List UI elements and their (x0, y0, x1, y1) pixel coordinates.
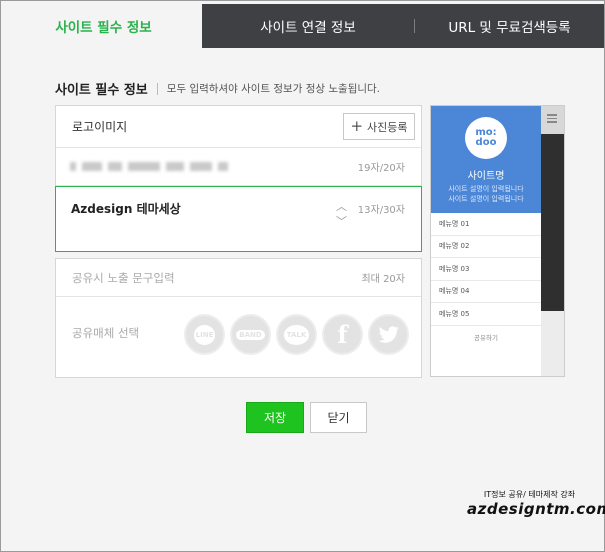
share-form-box: 공유시 노출 문구입력 최대 20자 공유매체 선택 LINE BAND TAL… (55, 258, 422, 378)
section-divider (156, 82, 158, 95)
preview-menu-item: 메뉴명 02 (431, 236, 541, 258)
photo-register-button[interactable]: + 사진등록 (343, 113, 415, 140)
required-form-box: 로고이미지 + 사진등록 19자/20자 Azdesign 테마세상 ︿ ﹀ 1… (55, 105, 422, 252)
site-desc-value: Azdesign 테마세상 (71, 202, 181, 216)
section-header: 사이트 필수 정보 모두 입력하셔야 사이트 정보가 정상 노출됩니다. (55, 79, 380, 98)
logo-label: 로고이미지 (72, 120, 128, 134)
share-text-placeholder: 공유시 노출 문구입력 (72, 270, 175, 285)
preview-desc-1: 사이트 설명이 입력됩니다 (448, 185, 524, 193)
chevron-down-icon[interactable]: ﹀ (336, 216, 347, 227)
facebook-icon[interactable]: f (322, 314, 363, 355)
tab-connect-info[interactable]: 사이트 연결 정보 (202, 4, 414, 48)
chevron-up-icon[interactable]: ︿ (336, 201, 347, 212)
share-media-row: 공유매체 선택 LINE BAND TALK f (56, 297, 421, 377)
tab-bar: 사이트 필수 정보 사이트 연결 정보 URL 및 무료검색등록 (5, 4, 604, 48)
band-icon[interactable]: BAND (230, 314, 271, 355)
share-media-label: 공유매체 선택 (72, 326, 140, 340)
blurred-site-name (70, 162, 228, 171)
tab-group-dark: 사이트 연결 정보 URL 및 무료검색등록 (202, 4, 604, 48)
twitter-icon[interactable] (368, 314, 409, 355)
close-button[interactable]: 닫기 (310, 402, 367, 433)
menu-icon (547, 114, 557, 125)
line-icon[interactable]: LINE (184, 314, 225, 355)
section-description: 모두 입력하셔야 사이트 정보가 정상 노출됩니다. (166, 83, 381, 95)
share-media-icons: LINE BAND TALK f (184, 314, 409, 355)
site-name-field[interactable]: 19자/20자 (56, 148, 421, 186)
watermark-line1: IT정보 공유/ 테마제작 강좌 (483, 490, 576, 499)
preview-menu-item: 메뉴명 05 (431, 303, 541, 326)
preview-desc-2: 사이트 설명이 입력됩니다 (448, 195, 524, 203)
logo-row: 로고이미지 + 사진등록 (56, 106, 421, 148)
preview-content-strip (541, 311, 564, 376)
share-max-count: 최대 20자 (361, 274, 405, 285)
preview-header: mo: doo 사이트명 사이트 설명이 입력됩니다 사이트 설명이 입력됩니다 (431, 106, 541, 213)
preview-menu-item: 메뉴명 01 (431, 213, 541, 236)
preview-panel: mo: doo 사이트명 사이트 설명이 입력됩니다 사이트 설명이 입력됩니다… (431, 106, 541, 376)
share-text-field[interactable]: 공유시 노출 문구입력 최대 20자 (56, 259, 421, 297)
site-desc-count: 13자/30자 (357, 205, 405, 216)
preview-site-name: 사이트명 (467, 171, 505, 182)
watermark-line2: azdesigntm.com (467, 500, 605, 518)
preview-share: 공유하기 (474, 333, 498, 342)
section-title: 사이트 필수 정보 (55, 83, 148, 98)
site-desc-field[interactable]: Azdesign 테마세상 ︿ ﹀ 13자/30자 (55, 186, 422, 252)
site-name-count: 19자/20자 (357, 163, 405, 174)
dialog-frame: 사이트 필수 정보 사이트 연결 정보 URL 및 무료검색등록 사이트 필수 … (0, 0, 605, 552)
watermark: IT정보 공유/ 테마제작 강좌 azdesigntm.com (467, 489, 605, 518)
save-button[interactable]: 저장 (246, 402, 304, 433)
photo-register-label: 사진등록 (367, 120, 408, 134)
mobile-preview: mo: doo 사이트명 사이트 설명이 입력됩니다 사이트 설명이 입력됩니다… (430, 105, 565, 377)
tab-url-register[interactable]: URL 및 무료검색등록 (415, 4, 604, 48)
tab-required-info[interactable]: 사이트 필수 정보 (5, 4, 202, 48)
preview-logo: mo: doo (465, 117, 507, 159)
preview-menu-item: 메뉴명 03 (431, 258, 541, 281)
preview-background (541, 106, 564, 376)
desc-scroll-arrows[interactable]: ︿ ﹀ (336, 201, 347, 227)
kakaotalk-icon[interactable]: TALK (276, 314, 317, 355)
plus-icon: + (350, 117, 364, 135)
preview-menu-item: 메뉴명 04 (431, 281, 541, 303)
preview-menu: 메뉴명 01 메뉴명 02 메뉴명 03 메뉴명 04 메뉴명 05 (431, 213, 541, 326)
